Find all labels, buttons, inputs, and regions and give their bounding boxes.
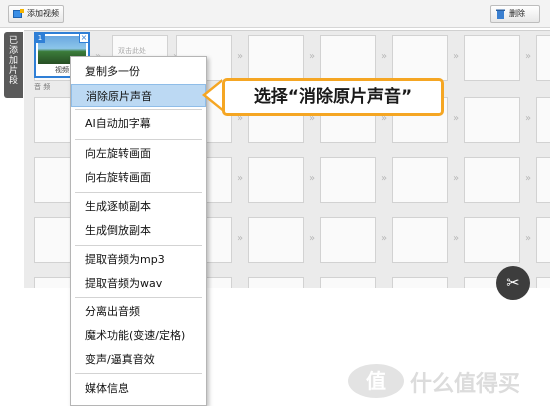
chevron-right-icon: »: [452, 233, 460, 244]
clip-slot[interactable]: [320, 157, 376, 203]
callout-pointer-fill: [206, 82, 222, 108]
side-tab-char: 已: [8, 36, 18, 46]
menu-item[interactable]: 提取音频为mp3: [71, 248, 206, 271]
chevron-right-icon: »: [452, 173, 460, 184]
clip-slot[interactable]: [536, 217, 550, 263]
add-video-label: 添加视频: [27, 9, 59, 18]
chevron-right-icon: »: [236, 51, 244, 62]
chevron-right-icon: »: [524, 51, 532, 62]
chevron-right-icon: »: [236, 173, 244, 184]
watermark: 值 什么值得买: [348, 362, 544, 398]
chevron-right-icon: »: [524, 233, 532, 244]
clip-slot[interactable]: [392, 35, 448, 81]
trash-icon: [496, 9, 505, 19]
add-video-icon: [13, 9, 24, 18]
placeholder-hint: 双击此处: [118, 47, 146, 55]
clip-slot[interactable]: [320, 217, 376, 263]
clip-slot[interactable]: [392, 157, 448, 203]
menu-separator: [75, 139, 202, 140]
side-tab-char: 段: [8, 76, 18, 86]
clip-slot[interactable]: [248, 277, 304, 288]
chevron-right-icon: »: [308, 233, 316, 244]
chevron-right-icon: »: [524, 113, 532, 124]
clip-slot[interactable]: [464, 217, 520, 263]
menu-item[interactable]: 向右旋转画面: [71, 166, 206, 189]
delete-label: 删除: [509, 9, 525, 18]
clip-slot[interactable]: [392, 277, 448, 288]
close-icon[interactable]: ×: [79, 33, 89, 43]
clip-slot[interactable]: [464, 35, 520, 81]
clip-slot[interactable]: [464, 157, 520, 203]
menu-separator: [75, 373, 202, 374]
delete-button[interactable]: 删除: [490, 5, 540, 23]
clip-slot[interactable]: [320, 277, 376, 288]
menu-item[interactable]: 魔术功能(变速/定格): [71, 324, 206, 347]
clip-slot[interactable]: [536, 35, 550, 81]
chevron-right-icon: »: [380, 233, 388, 244]
app-window: 添加视频 删除 已 添 加 片 段 »»»»»»»»»»»»»»»»»»»»»»…: [0, 0, 550, 406]
chevron-right-icon: »: [452, 51, 460, 62]
instruction-callout: 选择“消除原片声音”: [222, 78, 444, 116]
side-tab-char: 片: [8, 66, 18, 76]
menu-separator: [75, 245, 202, 246]
chevron-right-icon: »: [380, 173, 388, 184]
menu-item[interactable]: 复制多一份: [71, 60, 206, 83]
clip-slot[interactable]: [536, 277, 550, 288]
added-clips-tab[interactable]: 已 添 加 片 段: [4, 32, 23, 98]
chevron-right-icon: »: [524, 173, 532, 184]
clip-slot[interactable]: [248, 217, 304, 263]
chevron-right-icon: »: [308, 51, 316, 62]
clip-slot[interactable]: [320, 35, 376, 81]
toolbar: 添加视频 删除: [0, 0, 550, 28]
chevron-right-icon: »: [452, 113, 460, 124]
side-tab-char: 加: [8, 56, 18, 66]
audio-track-label: 音 频: [34, 83, 51, 91]
chevron-right-icon: »: [380, 51, 388, 62]
clip-number-badge: 1: [35, 33, 45, 43]
menu-item[interactable]: AI自动加字幕: [71, 112, 206, 135]
chevron-right-icon: »: [308, 173, 316, 184]
clip-slot[interactable]: [392, 217, 448, 263]
clip-slot[interactable]: [536, 97, 550, 143]
menu-item[interactable]: 向左旋转画面: [71, 142, 206, 165]
menu-item[interactable]: 生成倒放副本: [71, 219, 206, 242]
clip-slot[interactable]: [464, 97, 520, 143]
menu-item[interactable]: 提取音频为wav: [71, 272, 206, 295]
menu-separator: [75, 297, 202, 298]
clip-slot[interactable]: [248, 157, 304, 203]
side-tab-char: 添: [8, 46, 18, 56]
menu-separator: [75, 192, 202, 193]
menu-separator: [75, 109, 202, 110]
menu-item[interactable]: 变声/逼真音效: [71, 348, 206, 371]
clip-slot[interactable]: [536, 157, 550, 203]
watermark-text: 什么值得买: [410, 372, 521, 397]
menu-item[interactable]: 消除原片声音: [71, 84, 206, 107]
menu-item[interactable]: 生成逐帧副本: [71, 195, 206, 218]
watermark-logo: 值: [348, 364, 404, 398]
clip-slot[interactable]: [248, 35, 304, 81]
context-menu: 复制多一份 消除原片声音 AI自动加字幕 向左旋转画面 向右旋转画面 生成逐帧副本 生成倒放…: [70, 56, 207, 406]
add-video-button[interactable]: 添加视频: [8, 5, 64, 23]
menu-item[interactable]: 媒体信息: [71, 377, 206, 400]
chevron-right-icon: »: [236, 233, 244, 244]
menu-item[interactable]: 分离出音频: [71, 300, 206, 323]
scissors-icon[interactable]: ✂: [496, 266, 530, 300]
